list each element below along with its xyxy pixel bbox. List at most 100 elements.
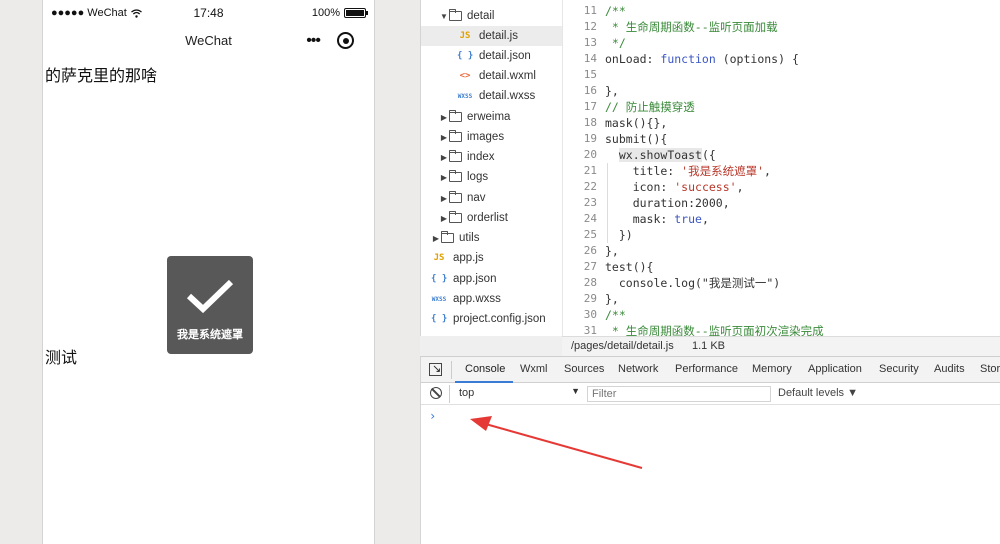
code-line[interactable]: 20 wx.showToast({ <box>563 147 1000 163</box>
code-line[interactable]: 19 submit(){ <box>563 131 1000 147</box>
code-text: duration:2000, <box>605 195 730 211</box>
context-select[interactable]: top ▼ <box>453 386 580 402</box>
code-line[interactable]: 26}, <box>563 243 1000 259</box>
chevron-down-icon: ▼ <box>571 386 580 396</box>
tree-item-utils[interactable]: ▶ utils <box>421 228 563 248</box>
tree-item-label: app.json <box>453 273 497 285</box>
code-line[interactable]: 17 // 防止触摸穿透 <box>563 99 1000 115</box>
code-token: }, <box>605 84 619 98</box>
tree-item-label: app.js <box>453 252 484 264</box>
caret-down-icon[interactable]: ▼ <box>439 12 449 21</box>
tree-item-label: logs <box>467 171 489 183</box>
log-levels-dropdown[interactable]: Default levels ▼ <box>778 387 858 399</box>
file-path: /pages/detail/detail.js <box>571 340 674 352</box>
tree-item-detail-json[interactable]: { } detail.json <box>421 46 563 66</box>
console-prompt[interactable]: › <box>429 409 436 423</box>
tree-item-label: utils <box>459 232 480 244</box>
code-token: title: <box>605 164 682 178</box>
code-text: }, <box>605 291 619 307</box>
caret-right-icon[interactable]: ▶ <box>431 234 441 243</box>
caret-right-icon[interactable]: ▶ <box>439 153 449 162</box>
caret-right-icon[interactable]: ▶ <box>439 173 449 182</box>
line-number: 11 <box>583 4 597 17</box>
line-number: 13 <box>583 36 597 49</box>
tree-item-project-config-json[interactable]: { } project.config.json <box>421 309 563 329</box>
code-editor[interactable]: 11/** 12 * 生命周期函数--监听页面加载 13 */14 onLoad: f… <box>562 0 1000 338</box>
tree-item-orderlist[interactable]: ▶ orderlist <box>421 208 563 228</box>
code-line[interactable]: 29}, <box>563 291 1000 307</box>
clear-console-icon[interactable] <box>430 387 442 399</box>
tree-item-app-wxss[interactable]: WXSS app.wxss <box>421 289 563 309</box>
devtools-tab-console[interactable]: Console <box>465 363 505 375</box>
code-line[interactable]: 25 }) <box>563 227 1000 243</box>
code-line[interactable]: 27 test(){ <box>563 259 1000 275</box>
code-token: '我是系统遮罩' <box>681 164 765 178</box>
more-menu-button[interactable]: ••• <box>306 32 321 50</box>
line-number: 21 <box>583 164 597 177</box>
tree-item-detail-wxss[interactable]: WXSS detail.wxss <box>421 86 563 106</box>
line-number: 28 <box>583 276 597 289</box>
devtools-tab-network[interactable]: Network <box>618 363 658 375</box>
tree-item-images[interactable]: ▶ images <box>421 127 563 147</box>
caret-right-icon[interactable]: ▶ <box>439 133 449 142</box>
code-text: icon: 'success', <box>605 179 744 195</box>
code-line[interactable]: 14 onLoad: function (options) { <box>563 51 1000 67</box>
devtools-tab-sources[interactable]: Sources <box>564 363 604 375</box>
console-filter-input[interactable] <box>587 386 771 402</box>
code-token: */ <box>605 36 626 50</box>
code-line[interactable]: 23 duration:2000, <box>563 195 1000 211</box>
folder-icon <box>449 130 462 142</box>
line-number: 23 <box>583 196 597 209</box>
code-token: 'success' <box>674 180 737 194</box>
code-line[interactable]: 18 mask(){}, <box>563 115 1000 131</box>
inspect-element-icon[interactable] <box>429 362 442 376</box>
code-token: /** <box>605 308 626 322</box>
tree-item-nav[interactable]: ▶ nav <box>421 188 563 208</box>
code-line[interactable]: 22 icon: 'success', <box>563 179 1000 195</box>
code-line[interactable]: 16}, <box>563 83 1000 99</box>
tree-item-label: nav <box>467 192 486 204</box>
code-text: console.log("我是测试一") <box>605 275 780 291</box>
devtools-tab-application[interactable]: Application <box>808 363 862 375</box>
tree-item-index[interactable]: ▶ index <box>421 147 563 167</box>
devtools-tab-memory[interactable]: Memory <box>752 363 792 375</box>
code-line[interactable]: 28 console.log("我是测试一") <box>563 275 1000 291</box>
tree-item-erweima[interactable]: ▶ erweima <box>421 107 563 127</box>
code-line[interactable]: 11 /** <box>563 3 1000 19</box>
code-line[interactable]: 15 <box>563 67 1000 83</box>
tree-item-detail-js[interactable]: JS detail.js <box>421 26 563 46</box>
code-line[interactable]: 13 */ <box>563 35 1000 51</box>
code-token: onLoad: <box>605 52 661 66</box>
code-text: * 生命周期函数--监听页面加载 <box>605 19 778 35</box>
code-token: * 生命周期函数--监听页面加载 <box>605 20 778 34</box>
caret-right-icon[interactable]: ▶ <box>439 113 449 122</box>
json-file-icon: { } <box>431 274 448 284</box>
devtools-tab-audits[interactable]: Audits <box>934 363 965 375</box>
tree-item-detail-wxml[interactable]: <> detail.wxml <box>421 66 563 86</box>
devtools-tab-wxml[interactable]: Wxml <box>520 363 548 375</box>
code-line[interactable]: 30 /** <box>563 307 1000 323</box>
line-number: 29 <box>583 292 597 305</box>
caret-right-icon[interactable]: ▶ <box>439 194 449 203</box>
code-line[interactable]: 24 mask: true, <box>563 211 1000 227</box>
phone-screen: ●●●●● WeChat 17:48 100% WeChat ••• 的萨克里的… <box>42 0 375 544</box>
devtools-tab-stora[interactable]: Stora <box>980 363 1000 375</box>
tree-item-app-js[interactable]: JS app.js <box>421 248 563 268</box>
code-line[interactable]: 12 * 生命周期函数--监听页面加载 <box>563 19 1000 35</box>
code-token: duration:2000, <box>605 196 730 210</box>
tree-item-app-json[interactable]: { } app.json <box>421 269 563 289</box>
code-line[interactable]: 21 title: '我是系统遮罩', <box>563 163 1000 179</box>
close-miniprogram-button[interactable] <box>337 32 354 49</box>
json-file-icon: { } <box>431 314 448 324</box>
tab-separator <box>451 361 452 379</box>
code-text: test(){ <box>605 259 653 275</box>
caret-right-icon[interactable]: ▶ <box>439 214 449 223</box>
line-number: 30 <box>583 308 597 321</box>
line-number: 17 <box>583 100 597 113</box>
folder-icon <box>449 110 462 122</box>
tree-item-logs[interactable]: ▶ logs <box>421 167 563 187</box>
devtools-tab-performance[interactable]: Performance <box>675 363 738 375</box>
context-value: top <box>459 387 475 399</box>
tree-item-detail[interactable]: ▼ detail <box>421 6 563 26</box>
devtools-tab-security[interactable]: Security <box>879 363 919 375</box>
